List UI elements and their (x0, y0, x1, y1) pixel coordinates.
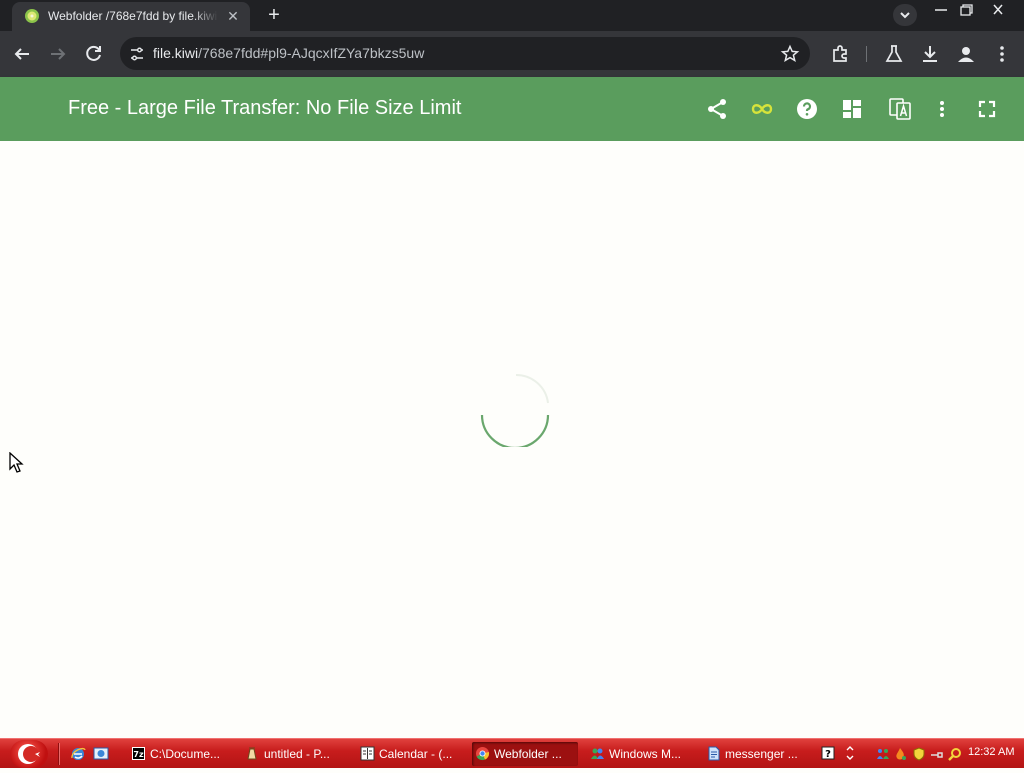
taskbar-task-document[interactable]: messenger ... (703, 742, 809, 766)
dashboard-icon[interactable] (840, 97, 864, 121)
task-label: Webfolder ... (494, 747, 562, 761)
profile-icon[interactable] (954, 42, 978, 66)
search-icon[interactable] (948, 747, 962, 761)
security-shield-icon[interactable] (912, 747, 926, 761)
url-path: /768e7fdd#pl9-AJqcxIfZYa7bkzs5uw (198, 45, 425, 61)
taskbar-separator (58, 743, 60, 765)
show-desktop-icon[interactable] (93, 746, 109, 762)
tab-close-icon[interactable]: ✕ (224, 7, 242, 25)
messenger-icon (591, 748, 604, 759)
paint-icon (247, 747, 257, 760)
infinity-icon[interactable] (749, 97, 775, 121)
minimize-icon[interactable] (927, 0, 955, 20)
mouse-pointer-icon (9, 452, 24, 473)
bookmark-star-icon[interactable] (780, 44, 800, 64)
taskbar-task-explorer[interactable]: 7z C:\Docume... (128, 742, 232, 766)
document-icon (708, 746, 720, 761)
network-cable-icon[interactable] (930, 747, 944, 761)
reload-icon[interactable] (82, 42, 106, 66)
task-label: C:\Docume... (150, 747, 221, 761)
forward-arrow-icon[interactable] (46, 42, 70, 66)
fullscreen-icon[interactable] (975, 97, 999, 121)
network-users-icon[interactable] (876, 747, 890, 761)
extensions-icon[interactable] (829, 42, 853, 66)
tab-title: Webfolder /768e7fdd by file.kiwi (48, 9, 218, 23)
kiwi-favicon-icon (25, 9, 39, 23)
taskbar-task-browser[interactable]: Webfolder ... (472, 742, 578, 766)
chrome-icon (476, 747, 490, 761)
svg-text:7z: 7z (133, 750, 144, 759)
task-label: untitled - P... (264, 747, 330, 761)
firewall-flame-icon[interactable] (893, 747, 907, 761)
help-tray-icon[interactable]: ? (821, 746, 835, 760)
back-arrow-icon[interactable] (10, 42, 34, 66)
tray-expand-icon[interactable] (843, 746, 857, 760)
taskbar-task-paint[interactable]: untitled - P... (242, 742, 346, 766)
page-title: Free - Large File Transfer: No File Size… (68, 97, 462, 119)
crescent-logo-icon (18, 744, 40, 764)
window-close-icon[interactable] (984, 0, 1012, 20)
browser-tab-strip: Webfolder /768e7fdd by file.kiwi ✕ + (0, 0, 1024, 31)
loading-spinner-icon (480, 373, 550, 447)
toolbar-divider (866, 46, 867, 62)
restore-icon[interactable] (952, 0, 980, 20)
task-label: Windows M... (609, 747, 682, 761)
taskbar-task-calendar[interactable]: Calendar - (... (357, 742, 461, 766)
taskbar-task-messenger[interactable]: Windows M... (587, 742, 693, 766)
svg-text:?: ? (825, 749, 831, 760)
address-bar[interactable]: file.kiwi/768e7fdd#pl9-AJqcxIfZYa7bkzs5u… (120, 37, 810, 70)
browser-toolbar: file.kiwi/768e7fdd#pl9-AJqcxIfZYa7bkzs5u… (0, 31, 1024, 77)
calendar-icon (360, 746, 375, 761)
taskbar: 7z C:\Docume... untitled - P... Calendar… (0, 738, 1024, 768)
task-label: Calendar - (... (379, 747, 453, 761)
labs-flask-icon[interactable] (882, 42, 906, 66)
share-icon[interactable] (705, 97, 729, 121)
tab-search-chevron-icon[interactable] (893, 4, 917, 26)
new-tab-button[interactable]: + (262, 4, 286, 26)
internet-explorer-icon[interactable] (70, 746, 86, 762)
translate-icon[interactable] (888, 97, 912, 121)
7zip-icon: 7z (132, 747, 145, 760)
site-info-icon[interactable] (128, 45, 146, 63)
browser-tab[interactable]: Webfolder /768e7fdd by file.kiwi ✕ (12, 2, 250, 31)
download-icon[interactable] (918, 42, 942, 66)
help-icon[interactable] (795, 97, 819, 121)
app-header: Free - Large File Transfer: No File Size… (0, 77, 1024, 141)
url-host: file.kiwi (153, 45, 199, 61)
main-content (0, 141, 1024, 738)
more-vert-icon[interactable] (930, 97, 954, 121)
start-button[interactable] (10, 740, 48, 768)
browser-menu-icon[interactable] (990, 42, 1014, 66)
url-text: file.kiwi/768e7fdd#pl9-AJqcxIfZYa7bkzs5u… (153, 45, 424, 61)
task-label: messenger ... (725, 747, 798, 761)
clock: 12:32 AM (968, 746, 1015, 758)
